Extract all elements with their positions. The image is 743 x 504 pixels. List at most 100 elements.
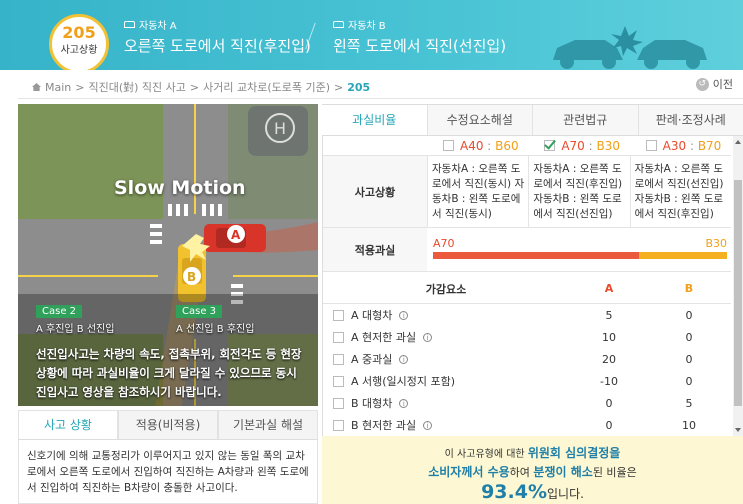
case-3-button[interactable]: Case 3 A 선진입 B 후진입 bbox=[176, 303, 254, 335]
ratio-option[interactable]: A70 : B30 bbox=[528, 136, 629, 155]
applied-fault-row: 적용과실 A70 B30 bbox=[323, 228, 731, 272]
case-2-button[interactable]: Case 2 A 후진입 B 선진입 bbox=[36, 303, 114, 335]
applied-fault-label: 적용과실 bbox=[323, 228, 427, 271]
situation-cell: 자동차A : 오른쪽 도로에서 직진(후진입) 자동차B : 왼쪽 도로에서 직… bbox=[528, 156, 629, 227]
case-3-badge: Case 3 bbox=[176, 305, 223, 318]
adjustment-b-value: 0 bbox=[685, 374, 693, 388]
case-number-badge: 205 사고상황 bbox=[49, 14, 109, 70]
adjustment-b-value: 0 bbox=[685, 330, 693, 344]
tab-basic-fault-explanation[interactable]: 기본과실 해설 bbox=[218, 410, 318, 439]
info-icon[interactable]: i bbox=[399, 354, 409, 364]
fault-ratio-panel: A40 : B60 A70 : B30 A30 : B70 사고상황 자동차A … bbox=[322, 136, 731, 436]
adjustment-b-value: 0 bbox=[685, 308, 693, 322]
situation-cell: 자동차A : 오른쪽 도로에서 직진(선진입) 자동차B : 왼쪽 도로에서 직… bbox=[629, 156, 731, 227]
fault-bar-b bbox=[638, 252, 727, 259]
tab-fault-ratio[interactable]: 과실비율 bbox=[322, 105, 427, 135]
fault-bar-a bbox=[433, 252, 639, 259]
adjustment-name: B 현저한 과실 bbox=[351, 419, 417, 432]
scroll-thumb[interactable] bbox=[734, 180, 742, 406]
scroll-up-icon[interactable] bbox=[735, 140, 741, 144]
vehicle-b-info: 자동차 B 왼쪽 도로에서 직진(선진입) bbox=[333, 17, 506, 56]
prev-label: 이전 bbox=[712, 78, 733, 91]
adjustment-checkbox[interactable] bbox=[333, 375, 344, 387]
adjustment-row[interactable]: A 서행(일시정지 포함) -10 0 bbox=[323, 370, 731, 392]
car-icon bbox=[124, 21, 135, 28]
situation-label: 사고상황 bbox=[323, 156, 427, 227]
panel-scrollbar[interactable] bbox=[733, 136, 743, 436]
adjustment-row[interactable]: A 중과실 i 20 0 bbox=[323, 348, 731, 370]
adjustment-checkbox[interactable] bbox=[333, 309, 344, 321]
breadcrumb-category[interactable]: 직진대(對) 직진 사고 bbox=[88, 79, 185, 95]
prev-button[interactable]: ↺ 이전 bbox=[695, 76, 733, 92]
case-2-badge: Case 2 bbox=[36, 305, 83, 318]
adjustment-header: 가감요소 A B bbox=[323, 274, 731, 304]
case-2-text: A 후진입 B 선진입 bbox=[36, 324, 115, 335]
slow-motion-title: Slow Motion bbox=[114, 177, 246, 199]
video-description: 선진입사고는 차량의 속도, 접촉부위, 회전각도 등 현장상황에 따라 과실비… bbox=[36, 347, 302, 399]
header-banner: 205 사고상황 자동차 A 오른쪽 도로에서 직진(후진입) 자동차 B 왼쪽… bbox=[0, 0, 743, 70]
divider bbox=[18, 98, 743, 99]
adjustment-row[interactable]: A 현저한 과실 i 10 0 bbox=[323, 326, 731, 348]
adjustment-checkbox[interactable] bbox=[333, 331, 344, 343]
adjustment-a-value: 20 bbox=[602, 352, 616, 366]
adjustment-b-value: 0 bbox=[685, 352, 693, 366]
case-number: 205 bbox=[62, 23, 96, 42]
adjustment-b-value: 10 bbox=[682, 418, 696, 432]
fault-ratio-bar bbox=[433, 252, 727, 259]
adjustment-checkbox[interactable] bbox=[333, 419, 344, 431]
adjustment-b-value: 5 bbox=[685, 396, 693, 410]
ratio-checkbox[interactable] bbox=[443, 140, 454, 151]
vehicle-b-tag: 자동차 B bbox=[348, 21, 386, 32]
breadcrumb: Main > 직진대(對) 직진 사고 > 사거리 교차로(도로폭 기준) > … bbox=[32, 79, 370, 95]
ratio-option[interactable]: A30 : B70 bbox=[630, 136, 731, 155]
applied-a-label: A70 bbox=[433, 237, 455, 250]
tab-accident-situation[interactable]: 사고 상황 bbox=[18, 410, 118, 439]
right-tab-bar: 과실비율 수정요소해설 관련법규 판례·조정사례 bbox=[322, 104, 743, 136]
home-icon bbox=[32, 83, 41, 91]
situation-row: 사고상황 자동차A : 오른쪽 도로에서 직진(동시) 자동차B : 왼쪽 도로… bbox=[323, 156, 731, 228]
case-3-text: A 선진입 B 후진입 bbox=[176, 324, 255, 335]
vehicle-a-title: 오른쪽 도로에서 직진(후진입) bbox=[124, 37, 311, 55]
adjustment-a-value: 10 bbox=[602, 330, 616, 344]
ratio-option[interactable]: A40 : B60 bbox=[427, 136, 528, 155]
vehicle-a-tag: 자동차 A bbox=[139, 21, 177, 32]
breadcrumb-main[interactable]: Main bbox=[45, 81, 71, 94]
adjustment-list: A 대형차 i 5 0 A 현저한 과실 i 10 0 A 중과실 i 20 0 A 서행(일시정지 포… bbox=[323, 304, 731, 436]
adjustment-a-value: 5 bbox=[605, 308, 613, 322]
ratio-checkbox[interactable] bbox=[645, 140, 657, 151]
back-arrow-icon: ↺ bbox=[695, 77, 709, 91]
case-label: 사고상황 bbox=[60, 45, 98, 56]
adjustment-row[interactable]: B 현저한 과실 i 0 10 bbox=[323, 414, 731, 436]
car-a-marker: A bbox=[231, 228, 241, 242]
tab-precedents[interactable]: 판례·조정사례 bbox=[637, 105, 743, 135]
vehicle-a-info: 자동차 A 오른쪽 도로에서 직진(후진입) bbox=[124, 17, 311, 56]
info-icon[interactable]: i bbox=[423, 420, 433, 430]
info-icon[interactable]: i bbox=[423, 332, 433, 342]
scroll-down-icon[interactable] bbox=[735, 428, 741, 432]
dispute-resolution-notice: 이 사고유형에 대한 위원회 심의결정을 소비자께서 수용하여 분쟁이 해소된 … bbox=[322, 436, 743, 504]
adjustment-name: A 서행(일시정지 포함) bbox=[351, 375, 456, 388]
tab-applicability[interactable]: 적용(비적용) bbox=[118, 410, 218, 439]
adjustment-row[interactable]: B 대형차 i 0 5 bbox=[323, 392, 731, 414]
adjustment-checkbox[interactable] bbox=[333, 353, 344, 365]
adjustment-row[interactable]: A 대형차 i 5 0 bbox=[323, 304, 731, 326]
applied-b-label: B30 bbox=[705, 237, 727, 250]
info-icon[interactable]: i bbox=[399, 398, 409, 408]
situation-cell: 자동차A : 오른쪽 도로에서 직진(동시) 자동차B : 왼쪽 도로에서 직진… bbox=[427, 156, 528, 227]
left-tab-bar: 사고 상황 적용(비적용) 기본과실 해설 bbox=[18, 410, 318, 440]
accident-description: 신호기에 의해 교통정리가 이루어지고 있지 않는 동일 폭의 교차로에서 오른… bbox=[18, 440, 318, 504]
tab-related-laws[interactable]: 관련법규 bbox=[532, 105, 638, 135]
accident-video-player[interactable]: H A B Slow Motion Case 2 A 후진입 B 선진입 Cas… bbox=[18, 104, 318, 406]
vehicle-b-title: 왼쪽 도로에서 직진(선진입) bbox=[333, 37, 507, 55]
breadcrumb-subcategory[interactable]: 사거리 교차로(도로폭 기준) bbox=[203, 79, 330, 95]
adjustment-a-value: 0 bbox=[605, 396, 613, 410]
adjustment-name: A 대형차 bbox=[351, 309, 393, 322]
adjustment-checkbox[interactable] bbox=[333, 397, 344, 409]
tab-adjustment-explanation[interactable]: 수정요소해설 bbox=[426, 105, 533, 135]
car-icon bbox=[333, 21, 344, 28]
adjustment-name: A 현저한 과실 bbox=[351, 331, 417, 344]
ratio-checkbox-checked[interactable] bbox=[544, 140, 556, 151]
info-icon[interactable]: i bbox=[399, 310, 409, 320]
notice-highlight: 위원회 심의결정을 bbox=[527, 446, 621, 460]
car-b-marker: B bbox=[187, 270, 196, 284]
